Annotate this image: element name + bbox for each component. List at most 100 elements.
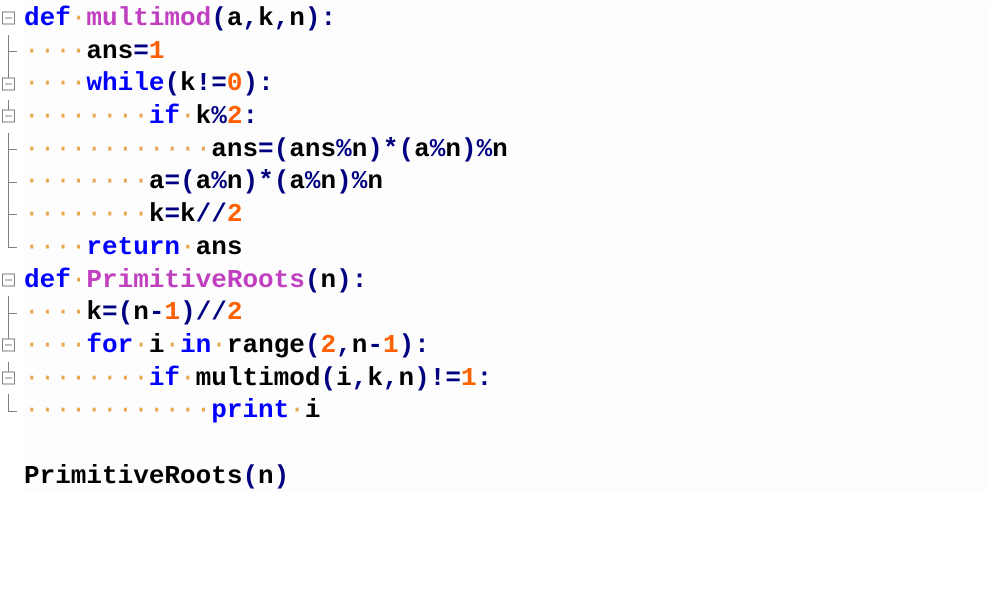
token-op: , xyxy=(242,3,258,33)
code-line[interactable]: def·PrimitiveRoots(n): xyxy=(0,264,988,297)
token-id: n xyxy=(445,134,461,164)
code-line[interactable]: ····ans=1 xyxy=(0,35,988,68)
code-line[interactable]: def·multimod(a,k,n): xyxy=(0,2,988,35)
fold-toggle-icon[interactable] xyxy=(2,110,15,123)
token-id: a xyxy=(149,166,165,196)
token-op: ( xyxy=(320,363,336,393)
code-line[interactable]: ········k=k//2 xyxy=(0,198,988,231)
code-line[interactable]: ············ans=(ans%n)*(a%n)%n xyxy=(0,133,988,166)
token-op: , xyxy=(336,330,352,360)
token-id: a xyxy=(196,166,212,196)
token-op: ( xyxy=(305,330,321,360)
token-id: a xyxy=(414,134,430,164)
code-editor[interactable]: def·multimod(a,k,n):····ans=1····while(k… xyxy=(0,2,988,492)
token-num: 1 xyxy=(149,36,165,66)
code-line[interactable]: ····for·i·in·range(2,n-1): xyxy=(0,329,988,362)
code-content[interactable]: ········a=(a%n)*(a%n)%n xyxy=(22,165,383,198)
token-kw: def xyxy=(24,3,71,33)
token-kw: if xyxy=(149,363,180,393)
token-op: ( xyxy=(399,134,415,164)
token-id: i xyxy=(336,363,352,393)
fold-toggle-icon[interactable] xyxy=(2,339,15,352)
token-kw: return xyxy=(86,232,180,262)
gutter xyxy=(0,231,22,264)
code-content[interactable]: ············print·i xyxy=(22,394,320,427)
token-op: ( xyxy=(118,297,134,327)
token-op: = xyxy=(164,199,180,229)
code-content[interactable]: ····return·ans xyxy=(22,231,242,264)
token-op: = xyxy=(102,297,118,327)
token-kw: print xyxy=(211,395,289,425)
token-id: k xyxy=(180,199,196,229)
token-id: k xyxy=(258,3,274,33)
code-line[interactable]: ····while(k!=0): xyxy=(0,67,988,100)
whitespace: · xyxy=(289,395,305,425)
whitespace: · xyxy=(211,330,227,360)
token-op: : xyxy=(414,330,430,360)
token-op: = xyxy=(164,166,180,196)
token-op: % xyxy=(211,101,227,131)
fold-toggle-icon[interactable] xyxy=(2,371,15,384)
gutter xyxy=(0,165,22,198)
token-op: ) xyxy=(242,166,258,196)
token-op: : xyxy=(242,101,258,131)
token-op: ( xyxy=(274,134,290,164)
token-fn: multimod xyxy=(86,3,211,33)
token-op: = xyxy=(133,36,149,66)
code-content[interactable]: PrimitiveRoots(n) xyxy=(22,460,289,493)
token-num: 2 xyxy=(227,199,243,229)
token-num: 1 xyxy=(461,363,477,393)
token-op: : xyxy=(258,68,274,98)
token-id: n xyxy=(289,3,305,33)
token-id: k xyxy=(180,68,196,98)
token-id: k xyxy=(196,101,212,131)
fold-toggle-icon[interactable] xyxy=(2,12,15,25)
code-content[interactable]: ····k=(n-1)//2 xyxy=(22,296,243,329)
code-line[interactable]: ····k=(n-1)//2 xyxy=(0,296,988,329)
code-line[interactable]: ············print·i xyxy=(0,394,988,427)
gutter xyxy=(0,100,22,133)
token-id: a xyxy=(289,166,305,196)
code-content[interactable]: ····for·i·in·range(2,n-1): xyxy=(22,329,430,362)
code-line[interactable]: ········if·multimod(i,k,n)!=1: xyxy=(0,362,988,395)
token-id: n xyxy=(352,330,368,360)
code-content[interactable]: def·multimod(a,k,n): xyxy=(22,2,336,35)
whitespace: · xyxy=(164,330,180,360)
whitespace: ········ xyxy=(24,363,149,393)
token-op: % xyxy=(430,134,446,164)
code-line[interactable]: ········if·k%2: xyxy=(0,100,988,133)
code-content[interactable]: ········if·multimod(i,k,n)!=1: xyxy=(22,362,492,395)
token-op: // xyxy=(196,199,227,229)
token-op: - xyxy=(149,297,165,327)
whitespace: · xyxy=(180,232,196,262)
code-line[interactable]: ········a=(a%n)*(a%n)%n xyxy=(0,165,988,198)
token-op: : xyxy=(321,3,337,33)
token-id: ans xyxy=(289,134,336,164)
gutter xyxy=(0,394,22,427)
code-content[interactable]: ····while(k!=0): xyxy=(22,67,274,100)
token-kw: if xyxy=(149,101,180,131)
whitespace: · xyxy=(71,3,87,33)
token-op: ) xyxy=(242,68,258,98)
code-content[interactable]: ········k=k//2 xyxy=(22,198,242,231)
token-op: , xyxy=(383,363,399,393)
token-op: ( xyxy=(305,265,321,295)
whitespace: · xyxy=(180,363,196,393)
code-content[interactable]: ········if·k%2: xyxy=(22,100,258,133)
code-line[interactable]: PrimitiveRoots(n) xyxy=(0,460,988,493)
code-line[interactable]: ····return·ans xyxy=(0,231,988,264)
token-op: != xyxy=(196,68,227,98)
token-op: != xyxy=(430,363,461,393)
code-content[interactable]: ····ans=1 xyxy=(22,35,164,68)
fold-toggle-icon[interactable] xyxy=(2,77,15,90)
code-line[interactable] xyxy=(0,427,988,460)
code-content[interactable]: def·PrimitiveRoots(n): xyxy=(22,264,367,297)
whitespace: ········ xyxy=(24,166,149,196)
token-id: n xyxy=(258,461,274,491)
token-id: PrimitiveRoots xyxy=(24,461,242,491)
token-num: 1 xyxy=(383,330,399,360)
code-content[interactable]: ············ans=(ans%n)*(a%n)%n xyxy=(22,133,508,166)
token-op: % xyxy=(305,166,321,196)
fold-toggle-icon[interactable] xyxy=(2,273,15,286)
token-num: 2 xyxy=(227,297,243,327)
